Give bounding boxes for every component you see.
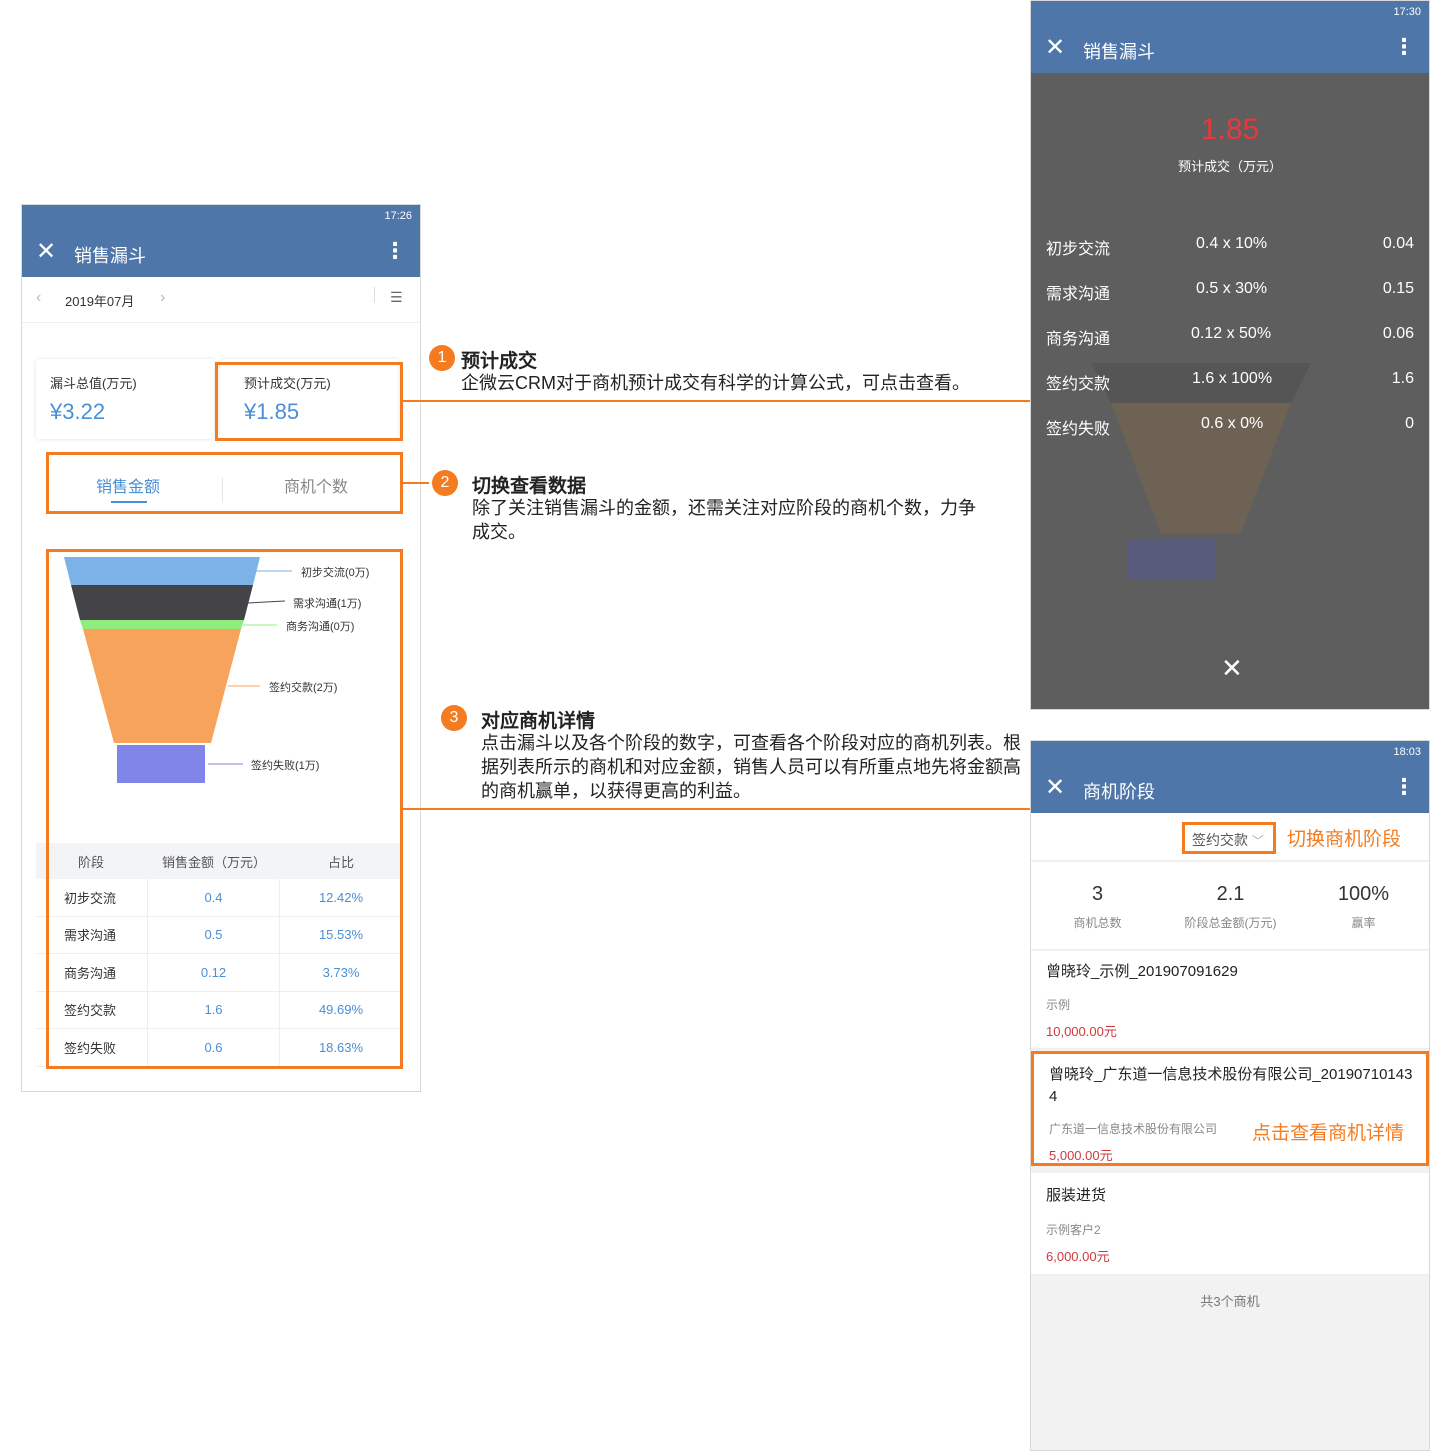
formula-expr: 0.4 x 10%: [1196, 235, 1268, 252]
stat-value: 3: [1091, 883, 1104, 905]
formula-stage: 签约交款: [1046, 376, 1111, 393]
opportunity-stage-screen: 18:03 ✕ 商机阶段 ⋮ 签约交款 ﹀ 切换商机阶段 3 商机总数 2.1 …: [1030, 740, 1430, 1451]
formula-row: 初步交流 0.4 x 10% 0.04: [1031, 231, 1429, 261]
funnel-total-card[interactable]: 漏斗总值(万元) ¥3.22: [36, 359, 214, 439]
annotation-badge: 3: [441, 705, 467, 731]
list-icon[interactable]: ☰: [390, 289, 403, 306]
stat-label: 商机总数: [1073, 916, 1122, 930]
opportunity-amount: 10,000.00元: [1046, 1024, 1117, 1039]
status-time: 18:03: [1393, 746, 1421, 758]
annotation-text: 除了关注销售漏斗的金额，还需关注对应阶段的商机个数，力争成交。: [472, 498, 976, 542]
formula-result: 1.6: [1391, 370, 1414, 387]
app-bar: ✕ 销售漏斗 ⋮: [1031, 23, 1429, 73]
connector-line: [403, 400, 1030, 402]
detail-hint: 点击查看商机详情: [1252, 1123, 1405, 1144]
formula-expr: 0.12 x 50%: [1191, 325, 1272, 342]
divider: [374, 287, 375, 303]
page-title: 销售漏斗: [74, 246, 146, 266]
opportunity-customer: 示例客户2: [1046, 1223, 1101, 1237]
close-icon[interactable]: ✕: [1045, 34, 1065, 62]
stage-select-value: 签约交款: [1192, 832, 1248, 848]
status-time: 17:26: [384, 210, 412, 222]
annotation-title: 对应商机详情: [481, 711, 596, 732]
more-icon[interactable]: ⋮: [1393, 32, 1415, 62]
date-bar: ‹ 2019年07月 › ☰: [22, 277, 420, 323]
page-title: 销售漏斗: [1083, 42, 1155, 62]
formula-expr: 1.6 x 100%: [1192, 370, 1273, 387]
opportunity-name: 曾晓玲_示例_201907091629: [1046, 963, 1238, 980]
opportunity-name: 曾晓玲_广东道一信息技术股份有限公司_201907101434: [1049, 1066, 1413, 1105]
formula-row: 签约交款 1.6 x 100% 1.6: [1031, 366, 1429, 396]
status-bar: 17:30: [1031, 1, 1429, 23]
stat-win-rate: 100% 赢率: [1297, 883, 1429, 931]
app-bar: ✕ 销售漏斗 ⋮: [22, 227, 420, 277]
opportunity-amount: 6,000.00元: [1046, 1249, 1110, 1264]
opportunity-customer: 示例: [1046, 998, 1071, 1012]
opportunity-name: 服装进货: [1046, 1187, 1107, 1204]
chevron-left-icon[interactable]: ‹: [36, 289, 41, 307]
date-label: 2019年07月: [65, 294, 135, 309]
opportunity-amount: 5,000.00元: [1049, 1148, 1113, 1163]
annotation-title: 预计成交: [461, 351, 538, 372]
close-icon[interactable]: ✕: [1221, 653, 1243, 684]
annotation-text: 企微云CRM对于商机预计成交有科学的计算公式，可点击查看。: [461, 373, 970, 393]
stat-label: 阶段总金额(万元): [1184, 916, 1277, 930]
formula-stage: 初步交流: [1046, 241, 1111, 258]
funnel-total-value: ¥3.22: [50, 399, 106, 424]
stat-value: 2.1: [1216, 883, 1245, 905]
formula-stage: 签约失败: [1046, 421, 1111, 438]
expected-deal-popup-screen: 17:30 ✕ 销售漏斗 ⋮ 1.85 预计成交（万元） 初步交流 0.4 x …: [1030, 0, 1430, 710]
stat-value: 100%: [1337, 883, 1390, 905]
annotation-badge: 2: [432, 470, 458, 496]
chevron-right-icon[interactable]: ›: [160, 289, 165, 307]
expected-deal-label: 预计成交（万元）: [1177, 159, 1282, 174]
formula-stage: 商务沟通: [1046, 331, 1111, 348]
chevron-down-icon: ﹀: [1251, 834, 1264, 848]
list-footer: 共3个商机: [1200, 1294, 1260, 1309]
formula-stage: 需求沟通: [1046, 286, 1111, 303]
annotation-badge: 1: [429, 345, 455, 371]
stat-total-amount: 2.1 阶段总金额(万元): [1164, 883, 1297, 931]
stage-select[interactable]: 签约交款 ﹀: [1182, 822, 1276, 854]
formula-row: 需求沟通 0.5 x 30% 0.15: [1031, 276, 1429, 306]
status-bar: 18:03: [1031, 741, 1429, 763]
opportunity-customer: 广东道一信息技术股份有限公司: [1049, 1122, 1218, 1136]
annotation-title: 切换查看数据: [472, 476, 587, 497]
page-title: 商机阶段: [1083, 782, 1155, 802]
close-icon[interactable]: ✕: [1045, 774, 1065, 802]
opportunity-item[interactable]: 曾晓玲_广东道一信息技术股份有限公司_201907101434 广东道一信息技术…: [1031, 1051, 1429, 1166]
stage-hint: 切换商机阶段: [1287, 829, 1402, 850]
connector-line: [403, 808, 1030, 810]
expected-deal-value: 1.85: [1200, 113, 1260, 146]
highlight-tabs: [46, 452, 403, 514]
filter-bar: 签约交款 ﹀ 切换商机阶段: [1031, 813, 1429, 861]
ghost-funnel: [1091, 363, 1311, 579]
opportunity-item[interactable]: 服装进货 示例客户2 6,000.00元: [1031, 1173, 1429, 1275]
close-icon[interactable]: ✕: [36, 238, 56, 266]
formula-row: 签约失败 0.6 x 0% 0: [1031, 411, 1429, 441]
more-icon[interactable]: ⋮: [384, 236, 406, 266]
formula-result: 0.04: [1382, 235, 1414, 252]
status-bar: 17:26: [22, 205, 420, 227]
opportunity-item[interactable]: 曾晓玲_示例_201907091629 示例 10,000.00元: [1031, 951, 1429, 1049]
formula-result: 0.06: [1382, 325, 1414, 342]
status-time: 17:30: [1393, 6, 1421, 18]
highlight-expected-deal: [215, 362, 403, 441]
funnel-total-label: 漏斗总值(万元): [50, 376, 137, 391]
more-icon[interactable]: ⋮: [1393, 772, 1415, 802]
app-bar: ✕ 商机阶段 ⋮: [1031, 763, 1429, 813]
formula-expr: 0.5 x 30%: [1196, 280, 1268, 297]
annotation-text: 点击漏斗以及各个阶段的数字，可查看各个阶段对应的商机列表。根据列表所示的商机和对…: [481, 733, 1021, 801]
formula-result: 0.15: [1382, 280, 1414, 297]
stat-label: 赢率: [1351, 916, 1376, 930]
stat-total-count: 3 商机总数: [1031, 883, 1164, 931]
formula-expr: 0.6 x 0%: [1201, 415, 1264, 432]
formula-row: 商务沟通 0.12 x 50% 0.06: [1031, 321, 1429, 351]
connector-line: [403, 482, 429, 484]
formula-result: 0: [1405, 415, 1414, 432]
highlight-funnel-table: [46, 549, 403, 1069]
